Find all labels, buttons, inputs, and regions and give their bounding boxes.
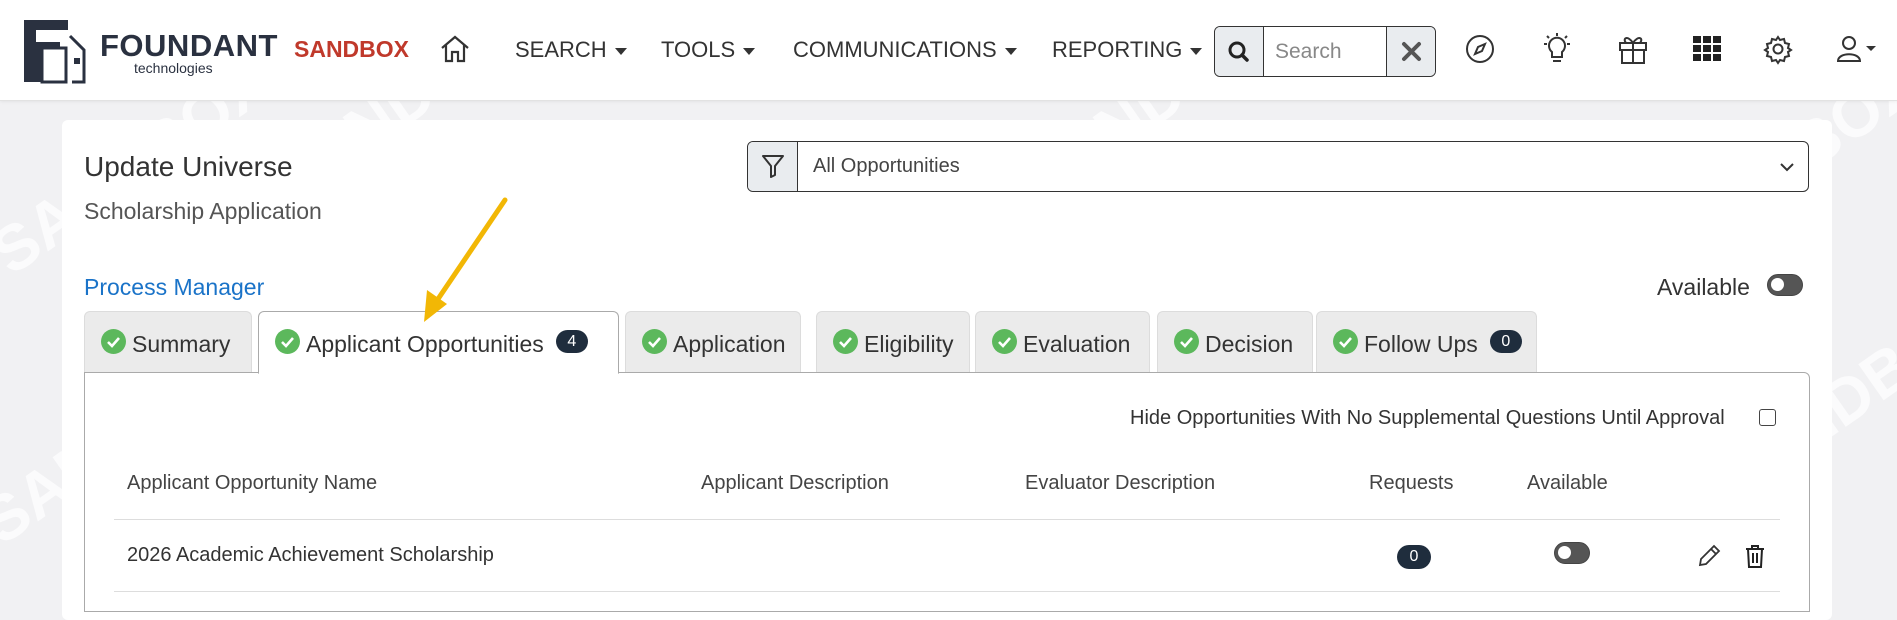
- tab-label: Application: [673, 330, 786, 357]
- available-toggle[interactable]: [1767, 274, 1803, 296]
- table-row-divider: [114, 591, 1780, 592]
- caret-down-icon: [1190, 47, 1203, 55]
- tab-label: Decision: [1205, 330, 1294, 357]
- home-icon[interactable]: [438, 32, 472, 66]
- check-circle-icon: [992, 329, 1017, 355]
- tab-application[interactable]: Application: [625, 311, 801, 372]
- environment-label: SANDBOX: [294, 36, 410, 62]
- column-header-requests[interactable]: Requests: [1369, 472, 1454, 495]
- top-navbar: FOUNDANT technologies SANDBOX SEARCH TOO…: [0, 0, 1897, 101]
- foundant-logo[interactable]: FOUNDANT technologies: [22, 18, 277, 84]
- tab-label: Summary: [132, 330, 231, 357]
- table-header-divider: [114, 519, 1780, 520]
- hide-opportunities-checkbox[interactable]: [1759, 409, 1776, 426]
- close-icon: [1402, 42, 1421, 61]
- requests-count-badge: 0: [1397, 545, 1431, 569]
- nav-reporting-menu[interactable]: REPORTING: [1052, 37, 1203, 63]
- pencil-icon[interactable]: [1694, 541, 1724, 571]
- opportunity-filter: All Opportunities: [747, 141, 1809, 192]
- nav-communications-label: COMMUNICATIONS: [793, 37, 997, 62]
- column-header-evaluator-description[interactable]: Evaluator Description: [1025, 472, 1215, 495]
- opportunity-name-cell: 2026 Academic Achievement Scholarship: [127, 544, 494, 566]
- brand-name: FOUNDANT: [100, 28, 278, 63]
- filter-button[interactable]: [748, 142, 798, 191]
- tab-decision[interactable]: Decision: [1157, 311, 1313, 372]
- nav-search-label: SEARCH: [515, 37, 607, 62]
- caret-down-icon: [743, 47, 756, 55]
- filter-icon: [762, 155, 784, 178]
- tab-summary[interactable]: Summary: [84, 311, 252, 372]
- tab-label: Applicant Opportunities: [306, 330, 544, 357]
- tab-eligibility[interactable]: Eligibility: [816, 311, 970, 372]
- compass-icon[interactable]: [1463, 32, 1497, 66]
- clear-search-button[interactable]: [1386, 27, 1435, 76]
- brand-sub: technologies: [134, 60, 213, 76]
- lightbulb-icon[interactable]: [1540, 32, 1574, 66]
- gift-icon[interactable]: [1616, 32, 1650, 66]
- foundant-logo-mark: [24, 20, 86, 84]
- user-menu[interactable]: [1834, 32, 1878, 66]
- search-button[interactable]: [1215, 27, 1264, 76]
- column-header-name[interactable]: Applicant Opportunity Name: [127, 472, 377, 495]
- row-available-toggle[interactable]: [1554, 542, 1590, 564]
- check-circle-icon: [275, 329, 300, 355]
- available-label: Available: [1657, 274, 1750, 300]
- caret-down-icon: [1004, 47, 1017, 55]
- caret-down-icon: [614, 47, 627, 55]
- process-manager-link[interactable]: Process Manager: [84, 274, 264, 301]
- search-icon: [1228, 41, 1249, 62]
- check-circle-icon: [642, 329, 667, 355]
- page-subtitle: Scholarship Application: [84, 198, 322, 224]
- tab-count-badge: 4: [555, 330, 588, 354]
- opportunity-select-value: All Opportunities: [813, 155, 960, 177]
- column-header-applicant-description[interactable]: Applicant Description: [701, 472, 889, 495]
- user-icon: [1836, 36, 1876, 62]
- global-search: [1214, 26, 1436, 77]
- tab-count-badge: 0: [1489, 330, 1522, 354]
- page-title: Update Universe: [84, 151, 293, 182]
- check-circle-icon: [1333, 329, 1358, 355]
- tab-label: Evaluation: [1023, 330, 1131, 357]
- check-circle-icon: [1174, 329, 1199, 355]
- nav-tools-menu[interactable]: TOOLS: [661, 37, 756, 63]
- nav-tools-label: TOOLS: [661, 37, 736, 62]
- tab-applicant-opportunities[interactable]: Applicant Opportunities 4: [258, 311, 619, 374]
- tab-label: Eligibility: [864, 330, 954, 357]
- nav-search-menu[interactable]: SEARCH: [515, 37, 627, 63]
- chevron-down-icon: [1780, 163, 1794, 172]
- nav-communications-menu[interactable]: COMMUNICATIONS: [793, 37, 1017, 63]
- trash-icon[interactable]: [1740, 541, 1770, 571]
- tab-follow-ups[interactable]: Follow Ups 0: [1316, 311, 1537, 372]
- gear-icon[interactable]: [1761, 32, 1795, 66]
- tab-evaluation[interactable]: Evaluation: [975, 311, 1150, 372]
- check-circle-icon: [101, 329, 126, 355]
- check-circle-icon: [833, 329, 858, 355]
- apps-grid-icon[interactable]: [1690, 32, 1724, 66]
- search-input[interactable]: [1265, 27, 1387, 76]
- tab-label: Follow Ups: [1364, 330, 1478, 357]
- hide-opportunities-label: Hide Opportunities With No Supplemental …: [1130, 407, 1725, 429]
- column-header-available[interactable]: Available: [1527, 472, 1608, 495]
- nav-reporting-label: REPORTING: [1052, 37, 1183, 62]
- opportunity-select[interactable]: All Opportunities: [799, 142, 1808, 191]
